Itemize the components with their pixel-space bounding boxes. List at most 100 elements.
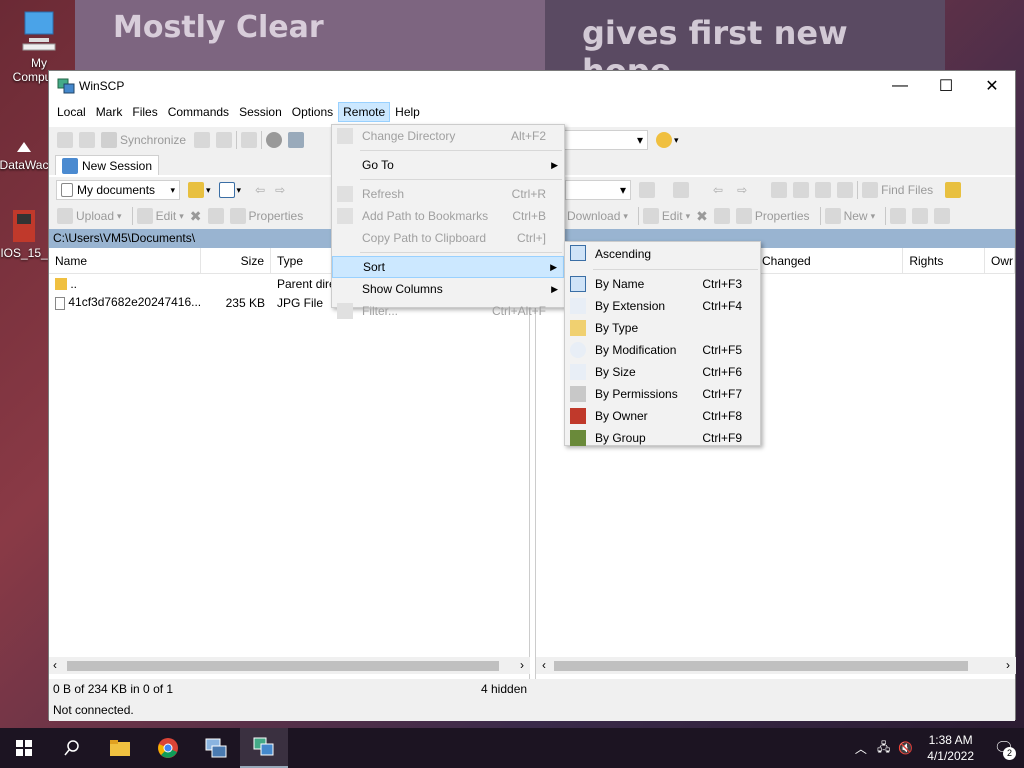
desktop-icon-ios[interactable]: IOS_15_ (0, 208, 54, 260)
menu-options[interactable]: Options (287, 102, 338, 122)
menu-item-ascending[interactable]: Ascending (565, 242, 760, 266)
menu-item-by-size[interactable]: By Size Ctrl+F6 (565, 361, 760, 383)
scroll-thumb[interactable] (554, 661, 968, 671)
clock[interactable]: 1:38 AM 4/1/2022 (917, 732, 984, 764)
queue-icon[interactable] (79, 132, 95, 148)
gear-icon[interactable] (266, 132, 283, 148)
menu-remote[interactable]: Remote (338, 102, 391, 122)
connection-status: Not connected. (53, 703, 134, 717)
chevron-down-icon[interactable]: ▾ (674, 135, 679, 146)
synchronize-button[interactable]: Synchronize (101, 132, 186, 148)
notifications-button[interactable]: 🗨 2 (984, 728, 1024, 768)
taskbar-winscp[interactable] (240, 728, 288, 768)
close-button[interactable]: ✕ (969, 71, 1015, 101)
delete-button[interactable]: ✖ (190, 208, 202, 225)
folder-open-icon[interactable] (188, 182, 204, 198)
tree-icon[interactable] (945, 182, 962, 198)
search-button[interactable] (48, 728, 96, 768)
menu-session[interactable]: Session (234, 102, 287, 122)
transfer-icon[interactable] (241, 132, 258, 148)
forward-arrow-icon[interactable]: ⇨ (737, 183, 747, 197)
menu-item-sort[interactable]: Sort ▶ (332, 256, 564, 278)
folder-open-icon[interactable] (639, 182, 655, 198)
compare-icon[interactable] (57, 132, 73, 148)
menu-item-by-modification[interactable]: By Modification Ctrl+F5 (565, 339, 760, 361)
maximize-button[interactable]: ☐ (923, 71, 969, 101)
upload-button[interactable]: Upload ▾ (57, 208, 122, 224)
menu-item-by-owner[interactable]: By Owner Ctrl+F8 (565, 405, 760, 427)
menu-item-by-group[interactable]: By Group Ctrl+F9 (565, 427, 760, 449)
volume-muted-icon[interactable]: 🔇 (894, 741, 917, 755)
terminal-icon[interactable] (194, 132, 211, 148)
menu-item-refresh[interactable]: Refresh Ctrl+R (332, 183, 564, 205)
root-dir-icon[interactable] (793, 182, 810, 198)
menu-item-add-bookmark[interactable]: Add Path to Bookmarks Ctrl+B (332, 205, 564, 227)
properties-button[interactable]: Properties (229, 208, 303, 224)
column-name[interactable]: Name (49, 248, 201, 273)
minimize-button[interactable]: — (877, 71, 923, 101)
filter-icon[interactable] (218, 182, 235, 198)
menu-item-copy-path[interactable]: Copy Path to Clipboard Ctrl+] (332, 227, 564, 249)
taskbar-file-explorer[interactable] (96, 728, 144, 768)
chevron-down-icon[interactable]: ▾ (237, 185, 242, 196)
new-button[interactable]: New ▾ (824, 208, 875, 224)
menu-mark[interactable]: Mark (91, 102, 128, 122)
menu-local[interactable]: Local (52, 102, 91, 122)
putty-icon[interactable] (216, 132, 233, 148)
remote-rename-button[interactable] (713, 208, 730, 224)
desktop-icon-datawac[interactable]: DataWac (0, 138, 54, 172)
remote-edit-button[interactable]: Edit ▾ (642, 208, 690, 224)
back-arrow-icon[interactable]: ⇦ (713, 183, 723, 197)
transfer-settings-dropdown[interactable]: ▾ (554, 130, 649, 150)
find-files-button[interactable]: Find Files (862, 182, 933, 198)
column-owner[interactable]: Owr (985, 248, 1015, 273)
menu-item-show-columns[interactable]: Show Columns ▶ (332, 278, 564, 300)
remote-properties-button[interactable]: Properties (735, 208, 810, 224)
taskbar-chrome[interactable] (144, 728, 192, 768)
network-icon[interactable]: 🖧 (873, 738, 894, 759)
right-location-toolbar: ▾ ⇦ ⇨ Find Files (535, 177, 1015, 203)
menu-item-by-type[interactable]: By Type (565, 317, 760, 339)
remote-horizontal-scrollbar[interactable]: ‹ › (536, 657, 1016, 674)
menu-commands[interactable]: Commands (163, 102, 234, 122)
menu-item-by-extension[interactable]: By Extension Ctrl+F4 (565, 295, 760, 317)
select-all-icon[interactable] (890, 208, 907, 224)
scroll-right-icon[interactable]: › (1006, 658, 1010, 672)
back-arrow-icon[interactable]: ⇦ (255, 183, 265, 197)
parent-dir-icon[interactable] (771, 182, 788, 198)
remote-delete-button[interactable]: ✖ (696, 208, 708, 225)
scroll-left-icon[interactable]: ‹ (542, 658, 546, 672)
unselect-icon[interactable] (912, 208, 929, 224)
chevron-down-icon[interactable]: ▾ (206, 185, 211, 196)
taskbar-network-app[interactable] (192, 728, 240, 768)
refresh-icon[interactable] (837, 182, 854, 198)
menu-item-change-directory[interactable]: Change Directory Alt+F2 (332, 125, 564, 147)
globe-icon[interactable] (656, 132, 673, 148)
menu-item-by-permissions[interactable]: By Permissions Ctrl+F7 (565, 383, 760, 405)
rename-button[interactable] (207, 208, 224, 224)
scroll-thumb[interactable] (67, 661, 499, 671)
local-horizontal-scrollbar[interactable]: ‹ › (49, 657, 530, 674)
chevron-up-icon[interactable]: ︿ (849, 740, 873, 757)
preferences-icon[interactable] (288, 132, 305, 148)
menu-files[interactable]: Files (127, 102, 162, 122)
local-location-dropdown[interactable]: My documents ▾ (56, 180, 180, 200)
column-rights[interactable]: Rights (903, 248, 985, 273)
download-button[interactable]: Download ▾ (567, 209, 628, 223)
remote-location-dropdown[interactable]: ▾ (565, 180, 631, 200)
menu-item-go-to[interactable]: Go To ▶ (332, 154, 564, 176)
forward-arrow-icon[interactable]: ⇨ (275, 183, 285, 197)
filter-select-icon[interactable] (934, 208, 951, 224)
column-size[interactable]: Size (201, 248, 271, 273)
menu-item-filter[interactable]: Filter... Ctrl+Alt+F (332, 300, 564, 322)
menu-help[interactable]: Help (390, 102, 425, 122)
home-icon[interactable] (815, 182, 832, 198)
edit-button[interactable]: Edit ▾ (136, 208, 184, 224)
scroll-left-icon[interactable]: ‹ (53, 658, 57, 672)
filter-icon[interactable] (673, 182, 689, 198)
tab-new-session[interactable]: New Session (55, 155, 160, 175)
start-button[interactable] (0, 728, 48, 768)
column-changed[interactable]: Changed (756, 248, 904, 273)
menu-item-by-name[interactable]: By Name Ctrl+F3 (565, 273, 760, 295)
scroll-right-icon[interactable]: › (520, 658, 524, 672)
